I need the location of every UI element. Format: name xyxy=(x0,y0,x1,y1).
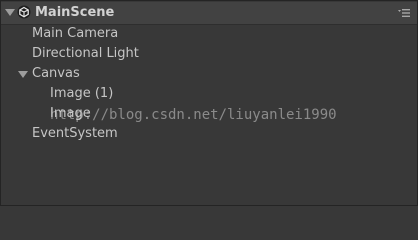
context-menu-icon[interactable] xyxy=(397,7,411,19)
canvas-foldout-arrow-icon[interactable] xyxy=(18,71,28,78)
scene-title[interactable]: MainScene xyxy=(35,5,114,21)
unity-scene-icon xyxy=(17,5,31,19)
hierarchy-item-canvas[interactable]: Canvas xyxy=(32,65,80,83)
scene-header[interactable]: MainScene xyxy=(1,2,417,25)
watermark-text: http://blog.csdn.net/liuyanlei1990 xyxy=(50,107,337,123)
hierarchy-item-image-1[interactable]: Image (1) xyxy=(50,85,113,103)
hierarchy-item-eventsystem[interactable]: EventSystem xyxy=(32,125,118,143)
hierarchy-item-directional-light[interactable]: Directional Light xyxy=(32,45,139,63)
hierarchy-panel: MainScene Main Camera Directional Light … xyxy=(0,0,418,206)
hierarchy-item-main-camera[interactable]: Main Camera xyxy=(32,25,118,43)
scene-foldout-arrow-icon[interactable] xyxy=(5,9,15,16)
